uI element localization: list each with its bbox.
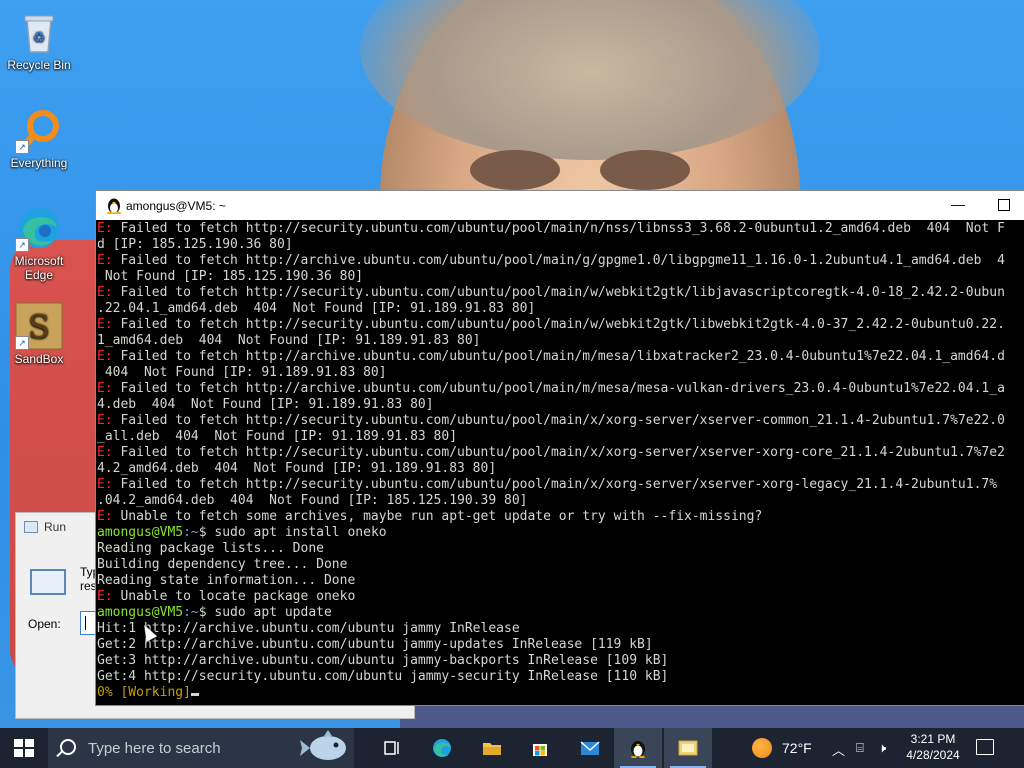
error-line: E: Failed to fetch http://security.ubunt… — [97, 445, 1005, 460]
output-line: Get:4 http://security.ubuntu.com/ubuntu … — [97, 669, 669, 684]
output-line: Reading state information... Done — [97, 573, 356, 588]
notification-center-icon[interactable] — [976, 739, 994, 755]
system-clock[interactable]: 3:21 PM 4/28/2024 — [898, 731, 968, 763]
network-icon[interactable]: ⌸ — [856, 740, 864, 756]
error-line: E: Failed to fetch http://security.ubunt… — [97, 317, 1005, 332]
error-line-continuation: 404 Not Found [IP: 91.189.91.83 80] — [97, 365, 387, 380]
error-line: E: Failed to fetch http://security.ubunt… — [97, 413, 1005, 428]
desktop-icon-label: Microsoft Edge — [14, 254, 64, 282]
desktop-icon-label: Recycle Bin — [7, 58, 71, 72]
show-hidden-icons-chevron-icon[interactable]: ︿ — [832, 740, 845, 759]
terminal-tux-icon — [631, 741, 645, 758]
terminal-titlebar[interactable]: amongus@VM5: ~ — — [96, 191, 1024, 220]
error-line-continuation: .04.2_amd64.deb 404 Not Found [IP: 185.1… — [97, 493, 528, 508]
error-line: E: Failed to fetch http://security.ubunt… — [97, 221, 1005, 236]
error-line: E: Unable to fetch some archives, maybe … — [97, 509, 763, 524]
tux-icon — [107, 198, 121, 214]
text-caret — [85, 616, 86, 630]
task-view-icon — [384, 741, 399, 755]
output-line: Building dependency tree... Done — [97, 557, 348, 572]
error-line-continuation: d [IP: 185.125.190.36 80] — [97, 237, 293, 252]
everything-search-icon: ↗ — [15, 106, 63, 154]
mail-icon — [580, 741, 600, 755]
desktop-icon-recycle-bin[interactable]: ♻ Recycle Bin — [2, 8, 76, 72]
error-line: E: Unable to locate package oneko — [97, 589, 356, 604]
shortcut-arrow-icon: ↗ — [15, 140, 29, 154]
error-line: E: Failed to fetch http://archive.ubuntu… — [97, 253, 1005, 268]
prompt-line: amongus@VM5:~$ sudo apt install oneko — [97, 525, 387, 540]
desktop-icon-label: SandBox — [14, 352, 64, 366]
search-highlight-fish-icon — [300, 730, 346, 760]
file-explorer-icon — [483, 743, 501, 755]
error-line-continuation: _all.deb 404 Not Found [IP: 91.189.91.83… — [97, 429, 458, 444]
recycle-bin-icon: ♻ — [15, 8, 63, 56]
desktop-icon-everything[interactable]: ↗ Everything — [2, 106, 76, 170]
maximize-button[interactable] — [998, 199, 1010, 211]
edge-icon — [433, 739, 451, 757]
weather-sun-icon[interactable] — [752, 738, 772, 758]
prompt-line: amongus@VM5:~$ sudo apt update — [97, 605, 332, 620]
sandbox-icon: S ↗ — [15, 302, 63, 350]
taskbar-search-box[interactable]: Type here to search — [48, 728, 354, 768]
wallpaper-eye-right — [600, 150, 690, 190]
svg-text:S: S — [28, 308, 50, 346]
terminal-output[interactable]: E: Failed to fetch http://security.ubunt… — [96, 221, 1024, 705]
shortcut-arrow-icon: ↗ — [15, 336, 29, 350]
microsoft-store-icon — [533, 744, 547, 756]
shortcut-arrow-icon: ↗ — [15, 238, 29, 252]
error-line-continuation: 4.deb 404 Not Found [IP: 91.189.91.83 80… — [97, 397, 434, 412]
output-line: Get:2 http://archive.ubuntu.com/ubuntu j… — [97, 637, 653, 652]
error-line-continuation: 1_amd64.deb 404 Not Found [IP: 91.189.91… — [97, 333, 481, 348]
taskbar-edge[interactable] — [418, 728, 466, 768]
run-dialog-icon — [678, 740, 698, 756]
progress-line: 0% [Working] — [97, 685, 1024, 701]
taskbar-task-view[interactable] — [368, 728, 416, 768]
clock-date: 4/28/2024 — [906, 748, 960, 762]
output-line: Hit:1 http://archive.ubuntu.com/ubuntu j… — [97, 621, 520, 636]
wallpaper-eye-left — [470, 150, 560, 190]
search-placeholder: Type here to search — [88, 740, 221, 757]
taskbar-run-dialog[interactable] — [664, 728, 712, 768]
error-line-continuation: 4.2_amd64.deb 404 Not Found [IP: 91.189.… — [97, 461, 497, 476]
error-line-continuation: .22.04.1_amd64.deb 404 Not Found [IP: 91… — [97, 301, 536, 316]
minimize-button[interactable]: — — [942, 191, 974, 220]
edge-icon: ↗ — [15, 204, 63, 252]
run-open-label: Open: — [28, 617, 61, 631]
error-line: E: Failed to fetch http://security.ubunt… — [97, 285, 1005, 300]
output-line: Reading package lists... Done — [97, 541, 324, 556]
windows-logo-icon — [14, 739, 34, 757]
start-button[interactable] — [0, 728, 48, 768]
terminal-title: amongus@VM5: ~ — [126, 199, 226, 213]
volume-muted-icon[interactable]: 🕨 — [878, 740, 886, 756]
output-line: Get:3 http://archive.ubuntu.com/ubuntu j… — [97, 653, 669, 668]
error-line-continuation: Not Found [IP: 185.125.190.36 80] — [97, 269, 364, 284]
error-line: E: Failed to fetch http://archive.ubuntu… — [97, 349, 1005, 364]
taskbar-file-explorer[interactable] — [468, 728, 516, 768]
taskbar-store[interactable] — [516, 728, 564, 768]
error-line: E: Failed to fetch http://archive.ubuntu… — [97, 381, 1005, 396]
weather-temperature[interactable]: 72°F — [782, 740, 812, 756]
taskbar-terminal[interactable] — [614, 728, 662, 768]
terminal-cursor — [190, 693, 199, 696]
taskbar: Type here to search — [0, 728, 1024, 768]
run-dialog-title: Run — [44, 520, 67, 534]
error-line: E: Failed to fetch http://security.ubunt… — [97, 477, 998, 492]
desktop-icon-label: Everything — [10, 156, 68, 170]
desktop-icon-edge[interactable]: ↗ Microsoft Edge — [2, 204, 76, 282]
run-icon — [24, 521, 38, 533]
clock-time: 3:21 PM — [910, 732, 956, 746]
working-status: 0% [Working] — [97, 685, 191, 700]
search-icon — [60, 739, 76, 755]
svg-text:♻: ♻ — [33, 30, 46, 46]
terminal-window[interactable]: amongus@VM5: ~ — E: Failed to fetch http… — [95, 190, 1024, 706]
taskbar-mail[interactable] — [566, 728, 614, 768]
desktop-icon-sandbox[interactable]: S ↗ SandBox — [2, 302, 76, 366]
run-program-icon — [30, 569, 66, 595]
